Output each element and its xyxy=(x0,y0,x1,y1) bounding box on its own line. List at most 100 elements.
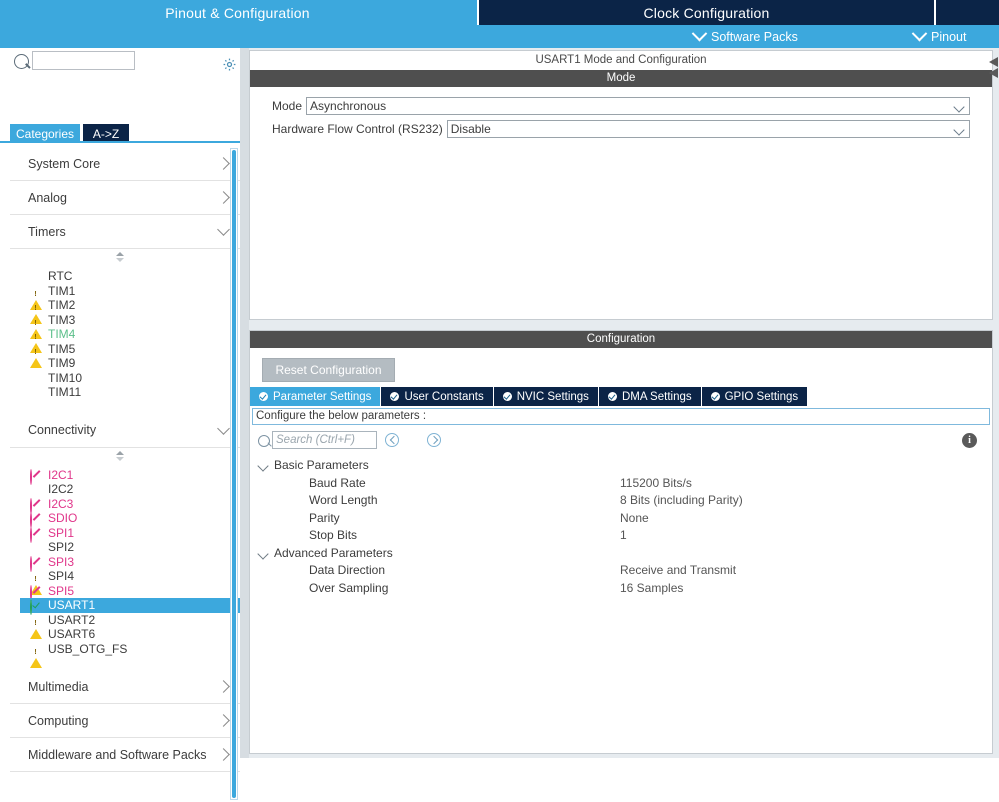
parameter-value: 8 Bits (including Parity) xyxy=(620,493,743,507)
forbidden-icon xyxy=(30,555,42,572)
sidebar-item-usart1[interactable]: USART1 xyxy=(20,598,240,615)
list-item[interactable]: TIM11 xyxy=(10,385,240,400)
parameter-value: None xyxy=(620,510,649,525)
table-row[interactable]: Stop Bits 1 xyxy=(252,527,990,545)
peripheral-label: I2C3 xyxy=(48,496,74,511)
sidebar-item-middleware-and-software-packs[interactable]: Middleware and Software Packs xyxy=(10,738,240,772)
check-circle-icon xyxy=(607,392,617,401)
parameter-group-advanced-label: Advanced Parameters xyxy=(274,545,393,560)
sidebar-scrollbar[interactable] xyxy=(230,148,238,800)
table-row[interactable]: Data Direction Receive and Transmit xyxy=(252,562,990,580)
peripheral-label: SPI5 xyxy=(48,583,75,598)
table-row[interactable]: Baud Rate 115200 Bits/s xyxy=(252,475,990,493)
tab-user-constants[interactable]: User Constants xyxy=(381,387,493,406)
tab-dma-settings[interactable]: DMA Settings xyxy=(598,387,701,406)
pinout-menu[interactable]: Pinout xyxy=(911,25,966,48)
peripheral-label: TIM10 xyxy=(48,370,83,385)
peripheral-label: TIM4 xyxy=(48,327,76,341)
mode-select-value: Asynchronous xyxy=(310,99,387,113)
chevron-down-icon xyxy=(953,124,965,136)
table-row[interactable]: Over Sampling 16 Samples xyxy=(252,580,990,598)
search-next-button[interactable] xyxy=(427,433,441,447)
list-item[interactable]: TIM4 xyxy=(10,327,240,353)
hardware-flow-control-select[interactable]: Disable xyxy=(446,120,970,138)
gear-icon[interactable] xyxy=(222,57,237,72)
sidebar-item-connectivity-label: Connectivity xyxy=(28,423,97,437)
tab-pinout-configuration[interactable]: Pinout & Configuration xyxy=(0,0,475,25)
list-scroll-spinner[interactable] xyxy=(113,251,127,263)
reset-configuration-button[interactable]: Reset Configuration xyxy=(262,358,395,382)
list-scroll-spinner[interactable] xyxy=(113,450,127,462)
tab-overflow-region[interactable] xyxy=(936,0,999,25)
peripheral-label: SPI2 xyxy=(48,540,75,554)
parameter-name: Baud Rate xyxy=(309,475,366,490)
chevron-right-icon xyxy=(217,157,230,170)
sidebar-item-middleware-label: Middleware and Software Packs xyxy=(28,747,207,762)
table-row[interactable]: Word Length 8 Bits (including Parity) xyxy=(252,492,990,510)
configuration-tab-group: Parameter Settings User Constants NVIC S… xyxy=(250,387,808,406)
sidebar-item-analog[interactable]: Analog xyxy=(10,181,240,215)
search-prev-button[interactable] xyxy=(385,433,399,447)
spinner-up-icon xyxy=(116,450,124,455)
mode-select[interactable]: Asynchronous xyxy=(306,97,970,115)
peripheral-label: SDIO xyxy=(48,511,78,525)
list-item[interactable]: SPI5 xyxy=(10,583,240,601)
tab-dma-settings-label: DMA Settings xyxy=(621,390,692,403)
panel-collapse-arrow-icon[interactable] xyxy=(985,57,999,79)
warning-icon xyxy=(30,300,42,324)
tab-nvic-settings[interactable]: NVIC Settings xyxy=(493,387,598,406)
list-item[interactable]: USART2 xyxy=(10,613,240,639)
sidebar-item-multimedia[interactable]: Multimedia xyxy=(10,670,240,704)
info-icon[interactable]: i xyxy=(962,433,977,448)
tab-clock-configuration[interactable]: Clock Configuration xyxy=(477,0,936,25)
table-row[interactable]: Parity None xyxy=(252,510,990,528)
sidebar-scrollbar-thumb[interactable] xyxy=(232,150,236,798)
list-item[interactable]: TIM10 xyxy=(10,371,240,386)
check-circle-icon xyxy=(710,392,720,401)
list-item[interactable]: TIM3 xyxy=(10,313,240,339)
warning-icon xyxy=(30,314,42,339)
list-item[interactable]: SPI4 xyxy=(10,569,240,595)
parameter-value: 115200 Bits/s xyxy=(620,475,692,490)
software-packs-menu[interactable]: Software Packs xyxy=(691,25,798,48)
list-item[interactable]: I2C2 xyxy=(10,482,240,497)
list-item[interactable]: I2C1 xyxy=(10,468,240,485)
list-item[interactable]: SDIO xyxy=(10,511,240,528)
list-item[interactable]: SPI3 xyxy=(10,555,240,572)
tab-parameter-settings[interactable]: Parameter Settings xyxy=(250,387,381,406)
forbidden-icon xyxy=(30,468,42,485)
parameter-value: 1 xyxy=(620,528,627,542)
list-item[interactable]: SPI2 xyxy=(10,540,240,555)
chevron-right-icon xyxy=(217,748,230,761)
list-item[interactable]: SPI1 xyxy=(10,526,240,543)
sidebar-item-timers[interactable]: Timers xyxy=(10,215,240,249)
parameter-group-advanced[interactable]: Advanced Parameters xyxy=(252,545,990,563)
list-item[interactable]: USB_OTG_FS xyxy=(10,642,240,668)
parameter-group-basic[interactable]: Basic Parameters xyxy=(252,457,990,475)
list-item[interactable]: I2C3 xyxy=(10,496,240,514)
sidebar-item-system-core[interactable]: System Core xyxy=(10,147,240,181)
sidebar-item-connectivity[interactable]: Connectivity xyxy=(10,414,240,448)
peripheral-label: TIM2 xyxy=(48,298,76,312)
chevron-right-icon xyxy=(217,714,230,727)
list-item[interactable]: TIM1 xyxy=(10,284,240,310)
tab-gpio-settings[interactable]: GPIO Settings xyxy=(701,387,808,406)
list-item[interactable]: USART6 xyxy=(10,627,240,642)
tab-gpio-settings-label: GPIO Settings xyxy=(724,390,799,403)
sidebar-outer-scroll-track[interactable] xyxy=(240,48,249,758)
peripheral-label: TIM11 xyxy=(48,385,82,399)
chevron-down-icon xyxy=(691,25,708,42)
spinner-up-icon xyxy=(116,252,124,256)
tab-nvic-settings-label: NVIC Settings xyxy=(516,390,589,403)
list-item[interactable]: TIM9 xyxy=(10,356,240,371)
parameter-search-input[interactable]: Search (Ctrl+F) xyxy=(272,431,377,449)
configure-note: Configure the below parameters : xyxy=(252,408,990,425)
list-item[interactable]: TIM2 xyxy=(10,298,240,324)
chevron-left-icon xyxy=(389,435,398,445)
list-item[interactable]: RTC xyxy=(10,269,240,284)
warning-icon xyxy=(30,343,42,368)
list-item[interactable]: TIM5 xyxy=(10,342,240,368)
search-input[interactable] xyxy=(32,51,135,70)
forbidden-icon xyxy=(30,497,42,514)
sidebar-item-computing[interactable]: Computing xyxy=(10,704,240,738)
